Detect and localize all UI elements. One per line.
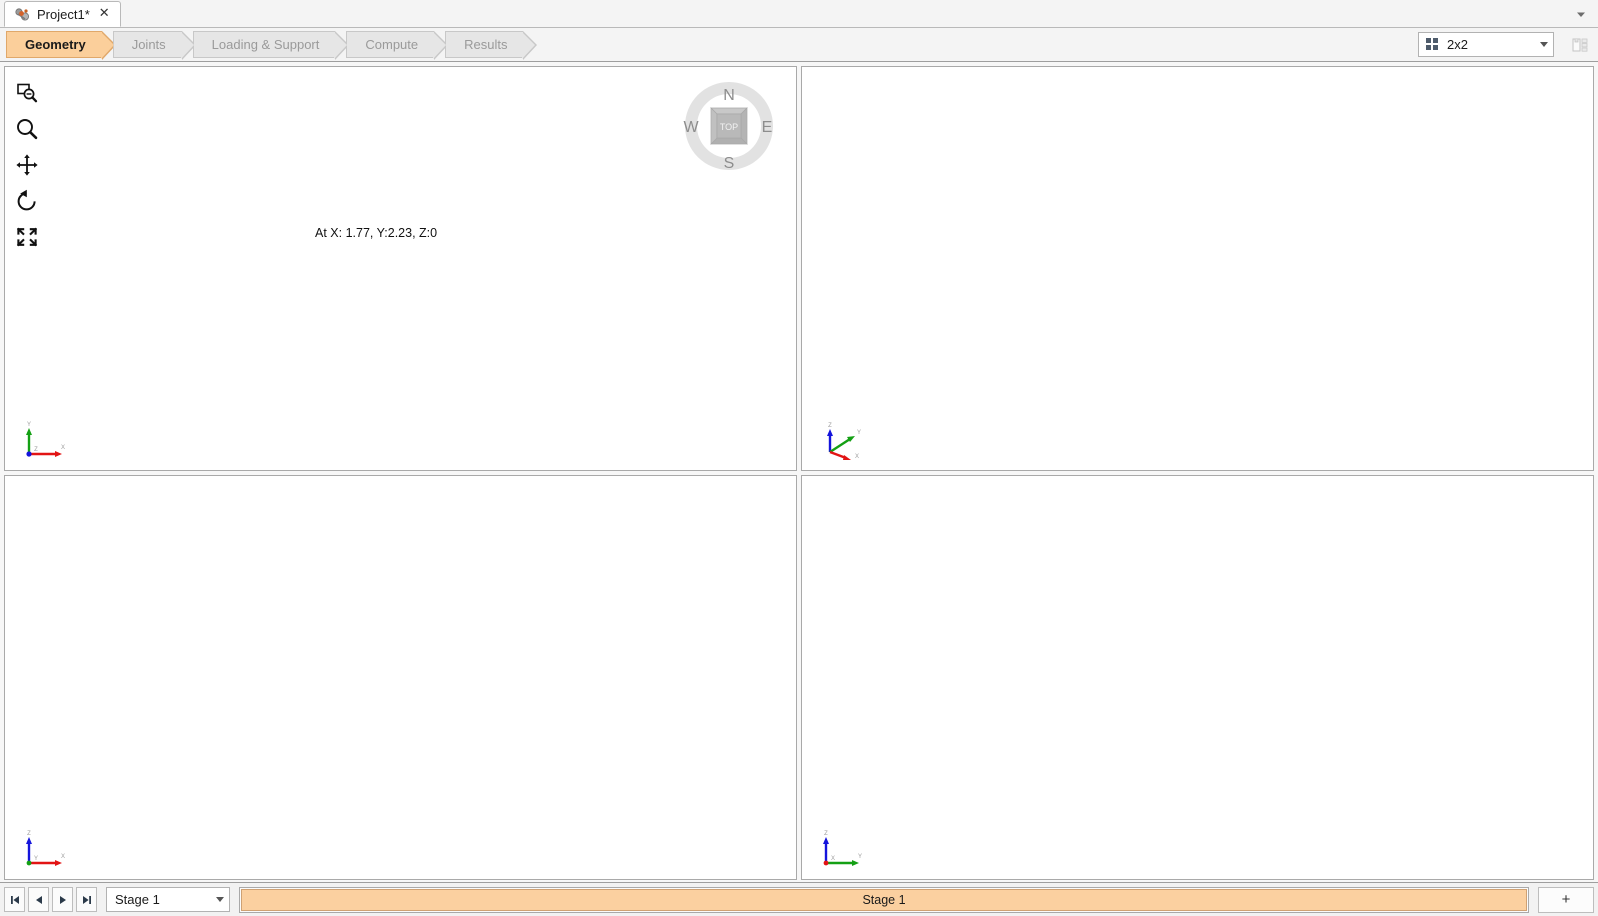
grid-2x2-icon [1426,38,1439,51]
viewport-bottom-right[interactable]: Z Y X [801,475,1594,880]
chevron-down-icon [1540,42,1548,47]
zoom-extents-icon[interactable] [13,223,41,251]
step-joints[interactable]: Joints [112,31,196,60]
svg-text:X: X [831,856,835,862]
viewport-top-right[interactable]: Z Y X [801,66,1594,471]
viewport-bottom-left[interactable]: Z X Y [4,475,797,880]
application-window: Project1* ✕ Geometry Joints Loading & Su… [0,0,1598,916]
svg-text:Y: Y [34,856,38,862]
stage-next-button[interactable] [52,887,73,912]
document-tab-label: Project1* [37,6,90,22]
compass-west-label: W [683,119,699,136]
step-loading-support-label: Loading & Support [211,37,320,52]
svg-text:Y: Y [858,854,862,860]
viewport-top-left[interactable]: N S E W TOP At X: 1.77, Y:2.23, Z:0 Y X … [4,66,797,471]
svg-text:X: X [61,854,65,860]
compass-face-label: TOP [720,122,738,132]
rotate-icon[interactable] [13,187,41,215]
compass-south-label: S [724,155,735,172]
stage-block[interactable]: Stage 1 [241,888,1527,911]
step-results-label: Results [464,37,508,52]
document-tab-strip: Project1* ✕ [0,0,1598,28]
svg-text:Z: Z [27,831,31,837]
stage-dropdown-value: Stage 1 [115,892,160,907]
chevron-down-icon[interactable] [1574,7,1588,21]
workflow-ribbon: Geometry Joints Loading & Support Comput… [0,28,1598,62]
svg-text:Y: Y [27,422,31,428]
step-results[interactable]: Results [445,31,538,60]
step-geometry[interactable]: Geometry [6,31,116,60]
stage-prev-button[interactable] [28,887,49,912]
chevron-down-icon [216,897,224,902]
viewport-grid: N S E W TOP At X: 1.77, Y:2.23, Z:0 Y X … [0,62,1598,882]
svg-text:Z: Z [34,447,38,453]
workflow-breadcrumb: Geometry Joints Loading & Support Comput… [2,31,538,60]
axis-triad-side: Z Y X [816,827,864,869]
add-stage-button[interactable]: + [1538,886,1594,913]
pan-icon[interactable] [13,151,41,179]
compass-east-label: E [762,119,773,136]
svg-text:Y: Y [857,430,861,436]
stage-first-button[interactable] [4,887,25,912]
svg-text:X: X [855,454,859,460]
stage-timeline[interactable]: Stage 1 [239,886,1529,913]
mechanism-icon [14,7,30,22]
zoom-icon[interactable] [13,115,41,143]
step-loading-support[interactable]: Loading & Support [192,31,350,60]
svg-text:X: X [61,445,65,451]
add-stage-label: + [1561,891,1571,908]
document-tab-project1[interactable]: Project1* ✕ [4,1,121,27]
viewport-layout-dropdown[interactable]: 2x2 [1418,32,1554,57]
zoom-window-icon[interactable] [13,79,41,107]
axis-triad-isometric: Z Y X [816,418,864,460]
step-joints-label: Joints [131,37,166,52]
axis-triad-front: Z X Y [19,827,67,869]
navigation-toolbar [13,79,41,251]
step-geometry-label: Geometry [25,37,86,52]
coordinate-readout: At X: 1.77, Y:2.23, Z:0 [315,226,438,240]
axis-triad-top: Y X Z [19,418,67,460]
stage-block-label: Stage 1 [862,892,906,907]
stage-last-button[interactable] [76,887,97,912]
step-compute-label: Compute [365,37,419,52]
panel-layout-button[interactable] [1568,33,1592,57]
compass-north-label: N [723,87,735,104]
svg-text:Z: Z [828,423,832,429]
svg-text:Z: Z [824,831,828,837]
stage-dropdown[interactable]: Stage 1 [106,887,230,912]
close-icon[interactable]: ✕ [97,7,112,22]
step-compute[interactable]: Compute [346,31,448,60]
stage-bar: Stage 1 Stage 1 + [0,882,1598,916]
viewport-layout-value: 2x2 [1447,37,1468,52]
view-compass[interactable]: N S E W TOP [682,79,776,173]
